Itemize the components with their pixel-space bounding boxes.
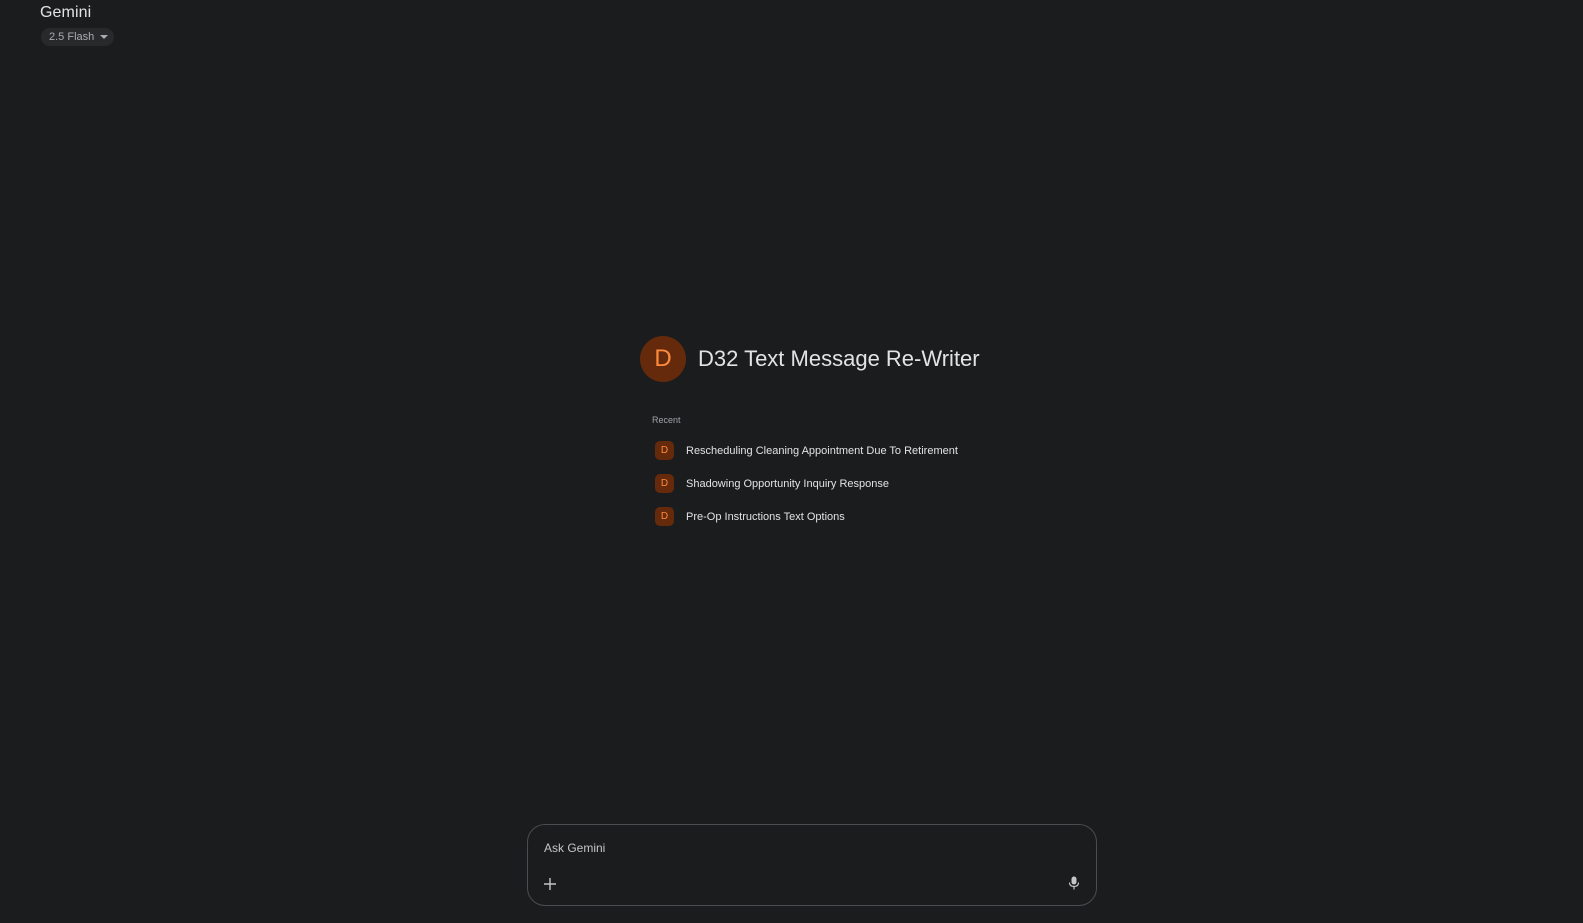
prompt-box [527,824,1097,906]
recent-chat-item[interactable]: D Shadowing Opportunity Inquiry Response [652,467,1072,500]
microphone-glyph [1068,876,1080,890]
recent-chat-title: Rescheduling Cleaning Appointment Due To… [686,444,958,457]
microphone-icon[interactable] [1064,873,1084,893]
model-selector[interactable]: 2.5 Flash [41,28,115,46]
recent-chat-item[interactable]: D Pre-Op Instructions Text Options [652,500,1072,533]
gem-header: D D32 Text Message Re-Writer [640,336,980,382]
model-label: 2.5 Flash [49,31,95,43]
recent-chat-item[interactable]: D Rescheduling Cleaning Appointment Due … [652,434,1072,467]
gem-avatar: D [640,336,686,382]
recent-chat-title: Shadowing Opportunity Inquiry Response [686,477,890,490]
recent-label: Recent [652,415,681,425]
plus-glyph [544,878,556,890]
recent-chat-title: Pre-Op Instructions Text Options [686,510,845,523]
gemini-page: Gemini 2.5 Flash D D32 Text Message Re-W… [0,0,1583,923]
dropdown-caret-icon [100,35,109,39]
recent-chats: Recent D Rescheduling Cleaning Appointme… [652,414,1072,533]
gem-chip-icon: D [655,441,674,460]
app-title: Gemini [40,4,92,21]
gem-chip-icon: D [655,507,674,526]
gem-title: D32 Text Message Re-Writer [698,346,980,371]
plus-icon[interactable] [540,874,560,894]
prompt-input[interactable] [542,837,1066,859]
gem-chip-icon: D [655,474,674,493]
